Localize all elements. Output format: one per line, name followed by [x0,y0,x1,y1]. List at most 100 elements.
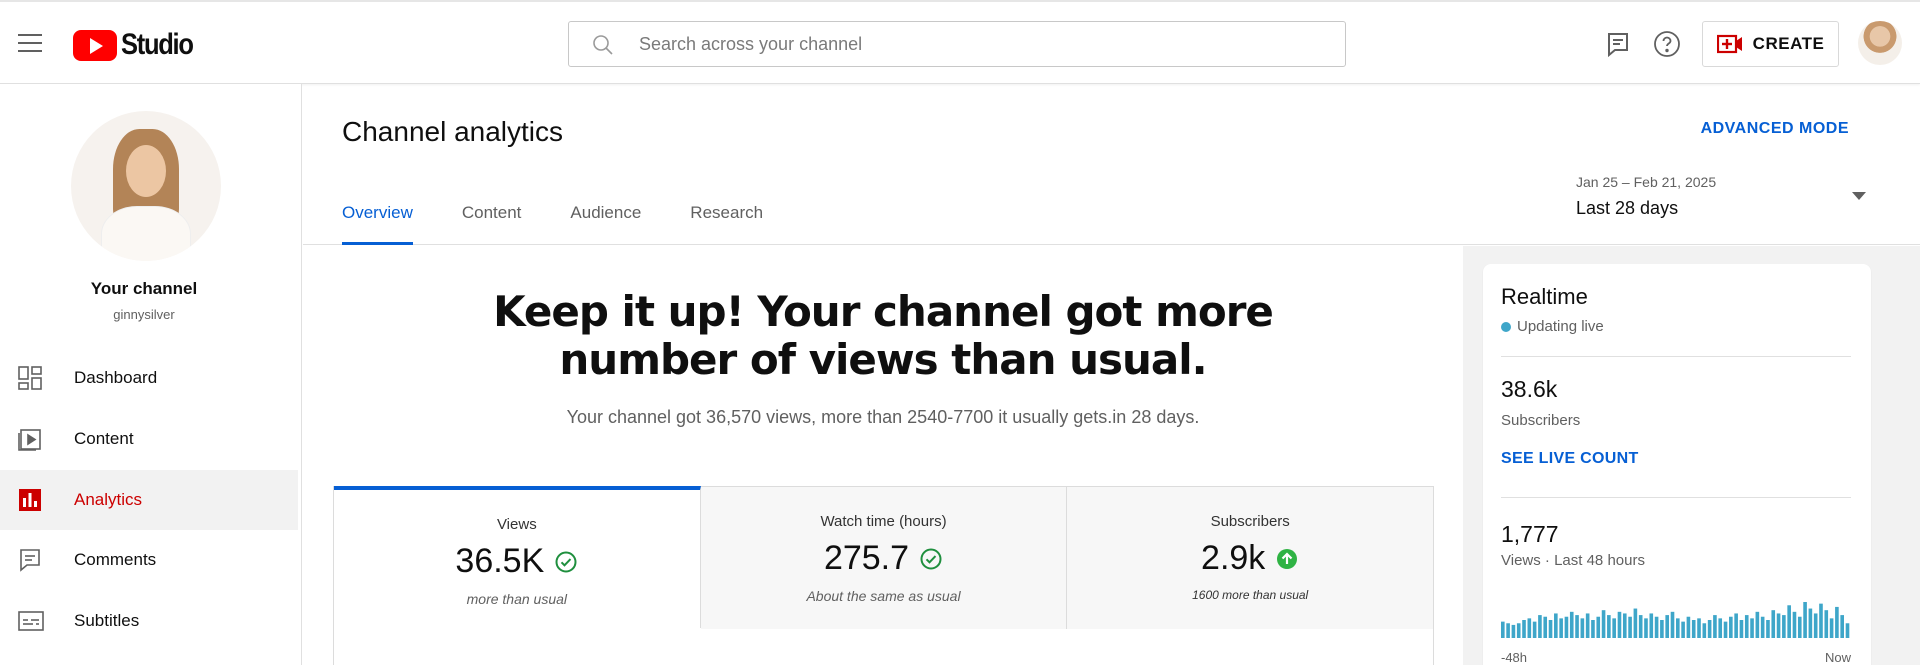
views-bar [1707,620,1712,638]
channel-avatar[interactable] [71,111,221,261]
views-bar [1718,618,1723,638]
metric-value-text: 2.9k [1201,539,1266,577]
menu-icon[interactable] [18,34,42,52]
sidebar-item-dashboard[interactable]: Dashboard [0,348,298,408]
metric-note: About the same as usual [806,588,961,604]
metric-card-views[interactable]: Views 36.5K more than usual [334,486,701,628]
views-bar [1760,616,1765,638]
feedback-icon[interactable] [1604,30,1632,58]
advanced-mode-link[interactable]: ADVANCED MODE [1701,120,1849,138]
views-bar [1702,623,1707,638]
summary-text: Your channel got 36,570 views, more than… [566,407,1200,427]
metric-card-subscribers[interactable]: Subscribers 2.9k 1600 more than usual [1067,487,1434,629]
help-icon[interactable] [1653,30,1681,58]
views-count: 1,777 [1501,521,1559,547]
views-bar [1554,613,1558,638]
search-box[interactable] [568,21,1346,67]
views-bar [1697,618,1701,638]
date-range-selector[interactable]: Jan 25 – Feb 21, 2025 Last 28 days [1576,174,1866,224]
headline: Keep it up! Your channel got more number… [493,287,1274,384]
analytics-icon [19,489,41,511]
sidebar-item-label: Dashboard [74,368,158,387]
metric-value: 2.9k [1067,539,1433,578]
views-bar [1532,621,1537,638]
chevron-down-icon [1852,192,1866,200]
tab-overview[interactable]: Overview [342,184,413,245]
views-bar [1660,620,1664,638]
account-avatar[interactable] [1858,21,1902,65]
views-bar [1564,616,1569,638]
arrow-up-circle-icon [1277,548,1298,569]
views-bar [1607,615,1611,638]
axis-start-label: -48h [1501,650,1528,665]
check-circle-icon [920,548,942,569]
views-bar [1654,616,1659,638]
views-bar [1622,613,1627,638]
views-bar [1649,613,1654,638]
sidebar-item-analytics[interactable]: Analytics [0,470,298,530]
top-bar: Studio CREATE [0,0,1920,84]
see-live-count-link[interactable]: SEE LIVE COUNT [1501,450,1639,468]
live-dot-icon [1501,321,1511,332]
views-bar [1845,623,1850,638]
sidebar-item-label: Analytics [74,490,143,509]
analytics-header: Channel analytics ADVANCED MODE Overview… [303,84,1920,245]
comments-icon [20,549,40,572]
views-bar [1729,616,1733,638]
views-bar [1771,610,1776,638]
views-bar [1739,620,1744,638]
tab-content[interactable]: Content [462,184,522,245]
analytics-tabs: Overview Content Audience Research [342,184,812,245]
divider [1501,497,1851,498]
views-bar [1686,616,1691,638]
views-bar [1633,608,1638,638]
views-bar [1501,621,1505,638]
metric-label: Views [496,516,537,533]
views-bar [1548,620,1553,638]
views-bar [1792,611,1797,638]
views-bar [1676,618,1680,638]
views-bar [1744,615,1749,638]
views-bar [1596,616,1601,638]
views-bar [1813,613,1818,638]
views-bar [1681,621,1685,638]
views-bar [1575,615,1579,638]
metric-value: 36.5K [334,542,700,581]
views-bar [1585,613,1590,638]
tab-audience[interactable]: Audience [570,184,641,245]
metric-card-watch-time[interactable]: Watch time (hours) 275.7 About the same … [700,487,1068,629]
views-bar-chart[interactable] [1501,602,1851,638]
metric-note: more than usual [466,591,568,607]
sidebar: Your channel ginnysilver Dashboard Conte… [0,84,302,665]
views-bar [1819,603,1823,638]
tab-research[interactable]: Research [690,184,763,245]
create-button[interactable]: CREATE [1702,21,1839,67]
realtime-card: Realtime Updating live 38.6k Subscribers… [1483,264,1871,665]
youtube-play-icon [73,29,117,61]
views-bar [1543,616,1548,638]
views-bar [1617,611,1622,638]
views-bar [1787,605,1791,638]
axis-end-label: Now [1824,650,1851,665]
views-bar [1713,615,1717,638]
sidebar-item-subtitles[interactable]: Subtitles [0,591,298,651]
create-video-icon [1716,34,1742,54]
create-label: CREATE [1752,34,1825,53]
search-icon [593,35,613,55]
studio-logo[interactable]: Studio [73,28,205,62]
views-bar [1766,620,1770,638]
views-bar [1559,618,1563,638]
sidebar-item-content[interactable]: Content [0,409,298,469]
sidebar-item-comments[interactable]: Comments [0,530,298,590]
views-bar [1824,610,1829,638]
views-bar [1591,620,1595,638]
views-bar [1776,613,1781,638]
views-bar [1723,621,1728,638]
views-bar [1797,616,1802,638]
metric-cards: Views 36.5K more than usual Watch time (… [333,486,1434,665]
search-input[interactable] [639,22,1329,66]
metric-note: 1600 more than usual [1192,588,1309,602]
sidebar-item-label: Subtitles [74,611,140,630]
views-bar [1506,623,1510,638]
live-status-text: Updating live [1517,318,1604,335]
